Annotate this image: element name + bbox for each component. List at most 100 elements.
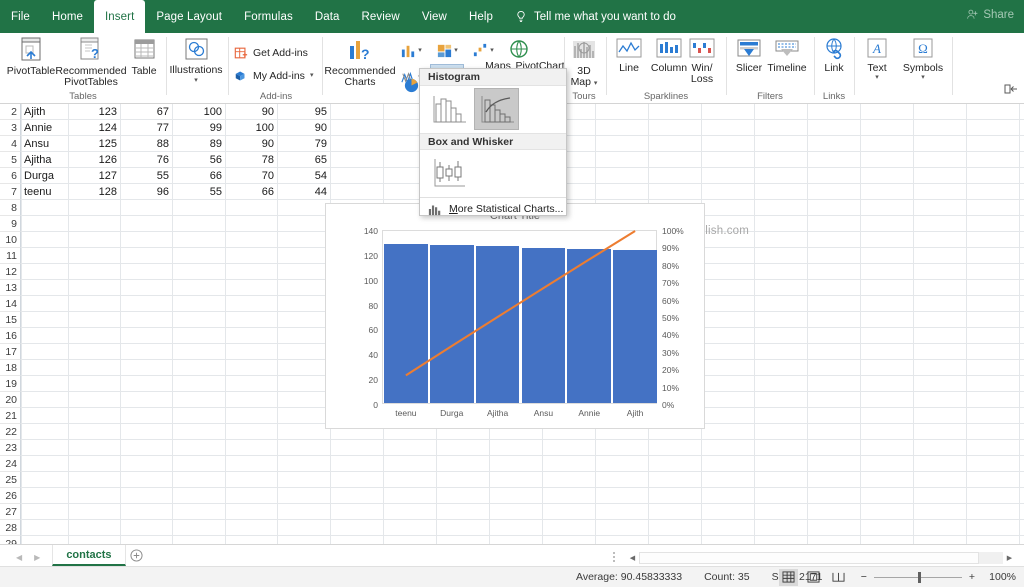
grid-cell[interactable]: 95 <box>277 104 330 120</box>
grid-cell[interactable]: 89 <box>172 136 225 152</box>
grid-cell[interactable]: 90 <box>225 136 277 152</box>
hierarchy-chart-chevron-down-icon[interactable]: ▾ <box>454 47 458 54</box>
row-header[interactable]: 16 <box>0 328 21 344</box>
text-chevron-down-icon[interactable]: ▾ <box>875 74 879 81</box>
ribbon-tab-formulas[interactable]: Formulas <box>233 0 304 33</box>
grid-cell[interactable]: 90 <box>225 104 277 120</box>
chart-type-hierarchy-button[interactable]: ▾ <box>430 37 464 63</box>
grid-cell[interactable]: 78 <box>225 152 277 168</box>
zoom-slider-knob[interactable] <box>917 571 921 583</box>
grid-cell[interactable]: 100 <box>172 104 225 120</box>
sheet-nav-arrows[interactable]: ◀ ▶ <box>0 553 52 566</box>
grid-cell[interactable]: 66 <box>172 168 225 184</box>
grid-cell[interactable]: 70 <box>225 168 277 184</box>
grid-cell[interactable]: 44 <box>277 184 330 200</box>
row-header[interactable]: 11 <box>0 248 21 264</box>
row-header[interactable]: 5 <box>0 152 21 168</box>
ribbon-tab-help[interactable]: Help <box>458 0 504 33</box>
row-header[interactable]: 23 <box>0 440 21 456</box>
grid-cell[interactable]: 76 <box>120 152 172 168</box>
ribbon-button-symbols[interactable]: Ω Symbols ▾ <box>898 33 948 104</box>
ribbon-button-sparkline-winloss[interactable]: Win/ Loss <box>684 33 720 104</box>
grid-cell[interactable]: Durga <box>21 168 68 184</box>
row-header[interactable]: 18 <box>0 360 21 376</box>
row-header[interactable]: 2 <box>0 104 21 120</box>
status-average[interactable]: Average: 90.45833333 <box>576 571 682 583</box>
row-header[interactable]: 21 <box>0 408 21 424</box>
row-header[interactable]: 15 <box>0 312 21 328</box>
grid-cell[interactable]: 96 <box>120 184 172 200</box>
my-addins-chevron-down-icon[interactable]: ▾ <box>310 72 314 79</box>
grid-cell[interactable]: Annie <box>21 120 68 136</box>
share-button[interactable]: Share <box>966 8 1014 21</box>
more-statistical-charts-item[interactable]: More Statistical Charts... <box>420 197 566 219</box>
grid-cell[interactable]: teenu <box>21 184 68 200</box>
symbols-chevron-down-icon[interactable]: ▾ <box>921 74 925 81</box>
pane-splitter[interactable] <box>613 552 615 563</box>
grid-cell[interactable]: 55 <box>120 168 172 184</box>
row-header[interactable]: 25 <box>0 472 21 488</box>
sheet-nav-prev-icon[interactable]: ◀ <box>16 553 22 562</box>
row-header[interactable]: 4 <box>0 136 21 152</box>
row-header[interactable]: 10 <box>0 232 21 248</box>
row-header[interactable]: 22 <box>0 424 21 440</box>
horizontal-scrollbar[interactable]: ◀ ▶ <box>626 551 1016 564</box>
row-header[interactable]: 27 <box>0 504 21 520</box>
grid-cell[interactable]: 125 <box>68 136 120 152</box>
ribbon-tab-file[interactable]: File <box>0 0 41 33</box>
row-header[interactable]: 24 <box>0 456 21 472</box>
chart-object[interactable]: Chart Title 0 20 40 60 80 100 120 140 0% 10% 20% 3… <box>325 203 705 429</box>
row-header[interactable]: 7 <box>0 184 21 200</box>
grid-cell[interactable]: 127 <box>68 168 120 184</box>
row-header[interactable]: 13 <box>0 280 21 296</box>
grid-cell[interactable]: 79 <box>277 136 330 152</box>
ribbon-button-text[interactable]: A Text ▾ <box>858 33 896 104</box>
row-header[interactable]: 29 <box>0 536 21 544</box>
grid-cell[interactable]: Ajitha <box>21 152 68 168</box>
row-header[interactable]: 26 <box>0 488 21 504</box>
row-header[interactable]: 12 <box>0 264 21 280</box>
row-header[interactable]: 6 <box>0 168 21 184</box>
row-header[interactable]: 17 <box>0 344 21 360</box>
grid-cell[interactable]: 67 <box>120 104 172 120</box>
grid-cell[interactable]: 55 <box>172 184 225 200</box>
ribbon-button-illustrations[interactable]: Illustrations ▾ <box>168 33 224 104</box>
row-header[interactable]: 20 <box>0 392 21 408</box>
view-page-break-button[interactable] <box>829 569 848 586</box>
ribbon-button-recommended-pivottables[interactable]: ? Recommended PivotTables <box>55 33 127 104</box>
grid-cell[interactable]: 77 <box>120 120 172 136</box>
hscroll-thumb[interactable] <box>639 551 979 564</box>
grid-cell[interactable]: 100 <box>225 120 277 136</box>
view-page-layout-button[interactable] <box>804 569 823 586</box>
scroll-left-icon[interactable]: ◀ <box>626 551 639 564</box>
illustrations-chevron-down-icon[interactable]: ▾ <box>194 77 198 84</box>
zoom-slider[interactable] <box>873 571 962 583</box>
grid-cell[interactable]: 99 <box>172 120 225 136</box>
row-header[interactable]: 14 <box>0 296 21 312</box>
grid-cell[interactable]: 124 <box>68 120 120 136</box>
row-header[interactable]: 28 <box>0 520 21 536</box>
gallery-item-histogram[interactable] <box>426 88 471 130</box>
ribbon-tab-home[interactable]: Home <box>41 0 94 33</box>
ribbon-button-recommended-charts[interactable]: ? Recommended Charts <box>324 33 396 104</box>
status-count[interactable]: Count: 35 <box>704 571 750 583</box>
chart-plot-area[interactable]: 0 20 40 60 80 100 120 140 0% 10% 20% 30% 40% 50% 60% 7… <box>364 226 684 418</box>
ribbon-button-get-addins[interactable]: Get Add-ins <box>234 43 308 62</box>
row-header[interactable]: 19 <box>0 376 21 392</box>
zoom-in-button[interactable]: + <box>969 571 975 583</box>
grid-cell[interactable]: 126 <box>68 152 120 168</box>
grid-cell[interactable]: Ansu <box>21 136 68 152</box>
collapse-ribbon-button[interactable] <box>1004 82 1018 100</box>
3d-map-chevron-down-icon[interactable]: ▾ <box>594 80 598 87</box>
grid-cell[interactable]: 66 <box>225 184 277 200</box>
ribbon-button-timeline[interactable]: Timeline <box>764 33 810 104</box>
grid-cell[interactable]: 56 <box>172 152 225 168</box>
row-header[interactable]: 8 <box>0 200 21 216</box>
sheet-nav-next-icon[interactable]: ▶ <box>34 553 40 562</box>
grid-cell[interactable]: 123 <box>68 104 120 120</box>
grid-cell[interactable]: 54 <box>277 168 330 184</box>
row-header[interactable]: 3 <box>0 120 21 136</box>
ribbon-tab-review[interactable]: Review <box>351 0 411 33</box>
gallery-item-pareto[interactable] <box>474 88 519 130</box>
ribbon-button-table[interactable]: Table <box>124 33 164 104</box>
